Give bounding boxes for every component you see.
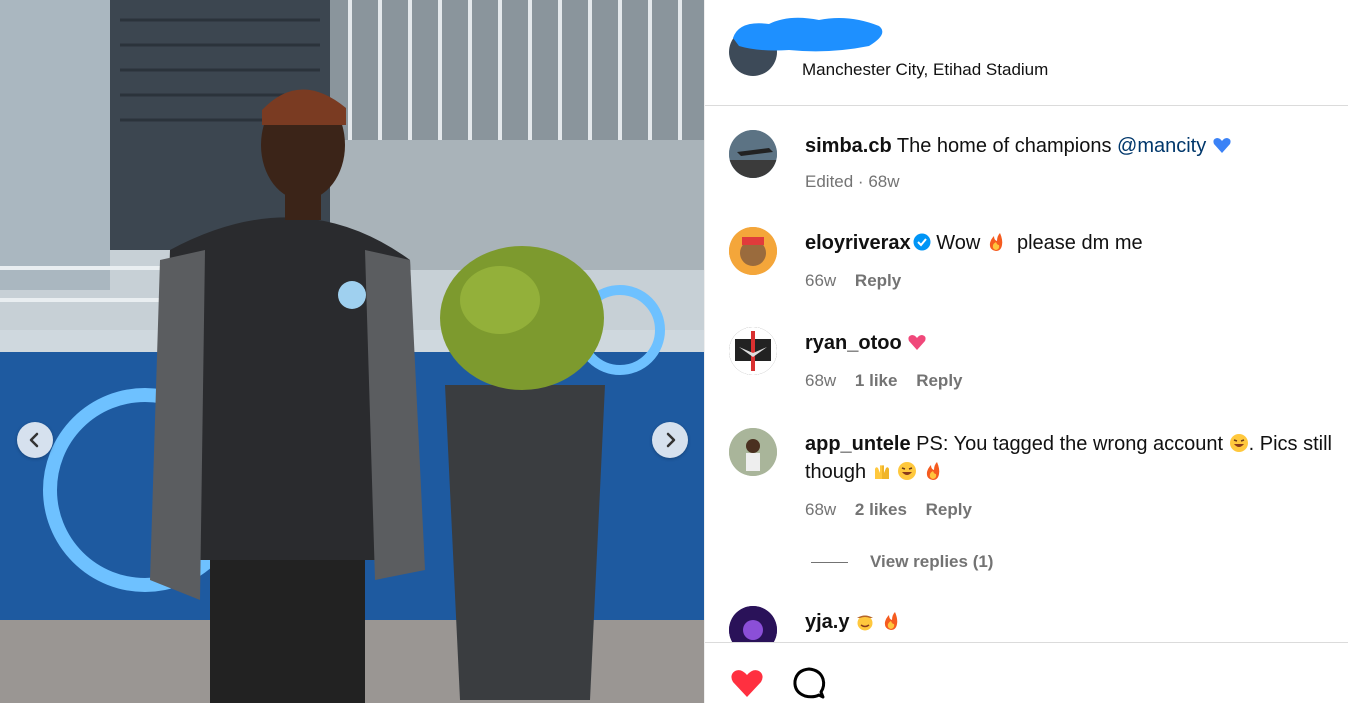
likes-count[interactable]: 1 like — [855, 371, 898, 390]
comment-time[interactable]: 66w — [805, 271, 836, 290]
comment-text: ryan_otoo — [805, 329, 927, 357]
comment-username[interactable]: eloyriverax — [805, 232, 911, 254]
avatar[interactable] — [729, 327, 777, 375]
likes-count[interactable]: 2 likes — [855, 500, 907, 519]
fire-icon — [926, 462, 940, 480]
comment-time[interactable]: 68w — [805, 371, 836, 390]
comment-meta: 68w 1 like Reply — [805, 371, 977, 391]
heart-icon[interactable] — [729, 665, 765, 701]
comments-list: simba.cb The home of champions @mancity … — [705, 106, 1348, 642]
comment-username[interactable]: yja.y — [805, 611, 849, 633]
airplane-avatar-image — [729, 130, 777, 178]
post-photo — [0, 0, 704, 703]
ape-avatar-image — [729, 227, 777, 275]
post-actions-bar — [705, 642, 1348, 704]
avatar[interactable] — [729, 606, 777, 642]
comment-body: PS: You tagged the wrong account — [916, 433, 1224, 455]
view-replies-button[interactable]: View replies (1) — [811, 552, 993, 572]
comment-username[interactable]: app_untele — [805, 433, 911, 455]
avatar[interactable] — [729, 227, 777, 275]
cowboy-face-icon — [857, 615, 874, 631]
fire-icon — [884, 612, 897, 630]
comment-text: simba.cb The home of champions @mancity — [805, 132, 1232, 160]
comment-meta: 66w Reply — [805, 271, 915, 291]
person-avatar-image — [729, 428, 777, 476]
comment-username[interactable]: ryan_otoo — [805, 332, 902, 354]
comment-body-2: though — [805, 461, 867, 483]
comment-text-line-2: though — [805, 458, 943, 486]
photo-next-button[interactable] — [652, 422, 688, 458]
edited-label: Edited — [805, 172, 854, 191]
chevron-left-icon — [29, 432, 39, 448]
photo-scene — [0, 0, 704, 703]
laughing-face-icon — [1229, 434, 1248, 452]
reply-button[interactable]: Reply — [855, 271, 901, 290]
reply-button[interactable]: Reply — [916, 371, 962, 390]
comment-text: yja.y — [805, 608, 901, 636]
comment-time[interactable]: 68w — [868, 172, 899, 191]
avatar[interactable] — [729, 130, 777, 178]
fire-icon — [989, 233, 1003, 251]
raised-hands-icon — [874, 465, 889, 479]
comment-meta: Edited · 68w — [805, 172, 914, 192]
post-sidebar: Manchester City, Etihad Stadium simba.cb… — [704, 0, 1348, 703]
redaction-scribble — [733, 17, 883, 52]
avatar[interactable] — [729, 428, 777, 476]
comment-icon[interactable] — [791, 665, 827, 701]
comment-body-tail: . Pics still — [1248, 433, 1332, 455]
comment-meta: 68w 2 likes Reply — [805, 500, 986, 520]
mention-link[interactable]: @mancity — [1117, 135, 1206, 157]
comment-text: app_untele PS: You tagged the wrong acco… — [805, 430, 1332, 458]
comment-body: The home of champions — [896, 135, 1112, 157]
post-location[interactable]: Manchester City, Etihad Stadium — [802, 60, 1048, 80]
comment-body: Wow — [936, 232, 981, 254]
galaxy-avatar-image — [729, 606, 777, 642]
meta-separator: · — [853, 172, 869, 191]
comment-username[interactable]: simba.cb — [805, 135, 892, 157]
chevron-right-icon — [666, 432, 676, 448]
eagle-avatar-image — [729, 327, 777, 375]
comment-body-2: please dm me — [1016, 232, 1143, 254]
verified-badge-icon — [913, 233, 931, 251]
post-header: Manchester City, Etihad Stadium — [705, 0, 1348, 106]
photo-prev-button[interactable] — [17, 422, 53, 458]
reply-button[interactable]: Reply — [926, 500, 972, 519]
view-replies-line — [811, 562, 848, 564]
laughing-face-icon — [898, 462, 917, 480]
pink-heart-icon — [908, 335, 926, 350]
comment-text: eloyriverax Wow please dm me — [805, 229, 1143, 257]
blue-heart-icon — [1213, 138, 1231, 153]
view-replies-label: View replies (1) — [870, 552, 994, 571]
comment-time[interactable]: 68w — [805, 500, 836, 519]
